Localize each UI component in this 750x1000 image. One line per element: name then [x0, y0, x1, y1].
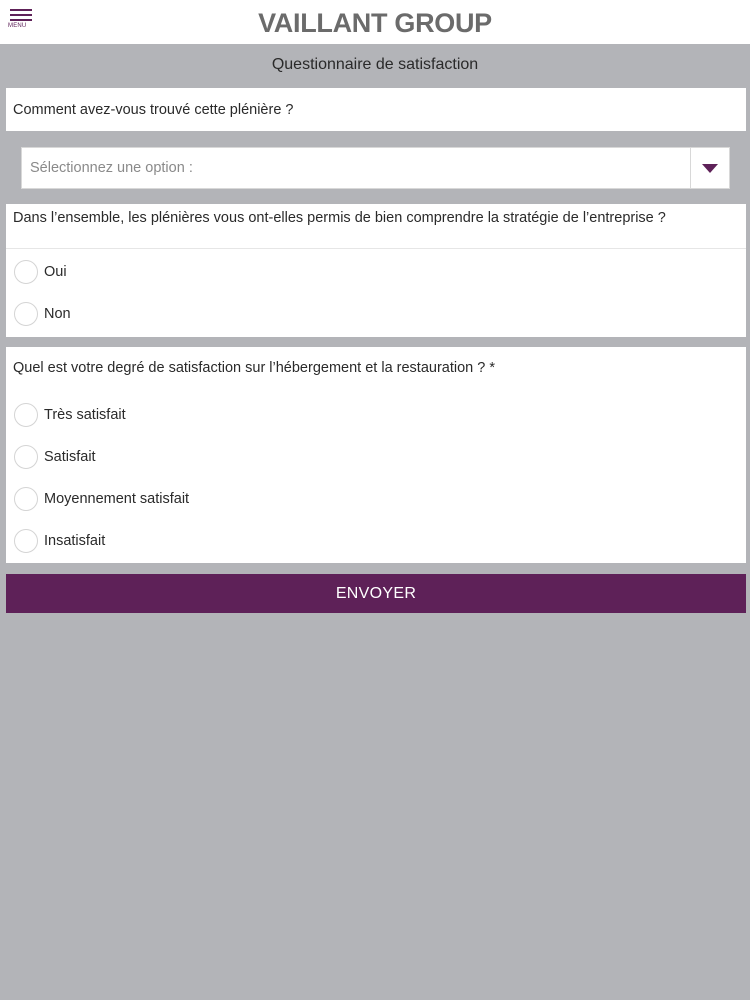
radio-label: Moyennement satisfait: [44, 491, 190, 507]
radio-unchecked-icon: [14, 260, 38, 284]
radio-label: Très satisfait: [44, 407, 126, 423]
divider: [6, 248, 746, 249]
question-card-1: Comment avez-vous trouvé cette plénière …: [6, 88, 746, 131]
question-text: Dans l’ensemble, les plénières vous ont-…: [13, 210, 666, 226]
radio-unchecked-icon: [14, 403, 38, 427]
triangle-down-icon: [702, 164, 718, 173]
radio-unchecked-icon: [14, 445, 38, 469]
radio-unchecked-icon: [14, 529, 38, 553]
submit-button[interactable]: ENVOYER: [6, 574, 746, 613]
radio-unchecked-icon: [14, 302, 38, 326]
question-card-3: Quel est votre degré de satisfaction sur…: [6, 347, 746, 563]
radio-label: Oui: [44, 264, 67, 280]
brand-logo-text: VAILLANT GROUP: [258, 8, 492, 38]
radio-label: Insatisfait: [44, 533, 106, 549]
radio-label: Satisfait: [44, 449, 96, 465]
question-text: Comment avez-vous trouvé cette plénière …: [13, 102, 294, 118]
dropdown-toggle[interactable]: [690, 148, 729, 188]
top-bar: MENU VAILLANT GROUP: [0, 0, 750, 44]
plenary-rating-select[interactable]: Sélectionnez une option :: [21, 147, 730, 189]
radio-label: Non: [44, 306, 71, 322]
radio-unchecked-icon: [14, 487, 38, 511]
page-title: Questionnaire de satisfaction: [271, 56, 479, 73]
question-text: Quel est votre degré de satisfaction sur…: [13, 360, 495, 376]
select-placeholder: Sélectionnez une option :: [30, 160, 193, 176]
question-card-2: Dans l’ensemble, les plénières vous ont-…: [6, 204, 746, 337]
